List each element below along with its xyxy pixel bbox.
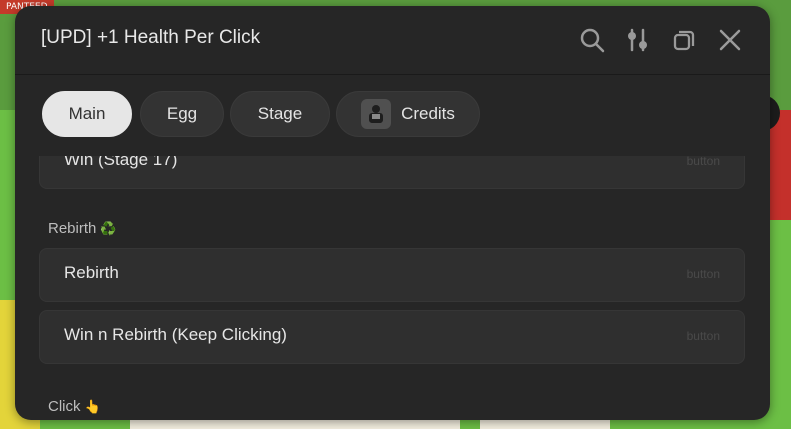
section-header-click: Click 👆 [48,398,101,415]
row-label: Rebirth [64,263,119,282]
tab-label: Credits [401,104,455,123]
tab-label: Stage [257,104,303,123]
content-list: Win (Stage 17) button Rebirth ♻️ Rebirth … [15,156,770,420]
tab-main[interactable]: Main [42,91,132,137]
win-stage-button[interactable]: Win (Stage 17) button [39,156,745,189]
window-title: [UPD] +1 Health Per Click [41,27,261,48]
search-icon[interactable] [578,26,606,54]
copy-window-icon[interactable] [670,26,698,54]
row-label: Win (Stage 17) [64,156,178,169]
settings-sliders-icon[interactable] [623,26,651,54]
rebirth-button[interactable]: Rebirth button [39,248,745,302]
section-label: Rebirth [48,220,97,237]
row-type-label: button [686,329,720,343]
pointing-hand-icon: 👆 [84,399,101,414]
recycle-icon: ♻️ [100,221,117,236]
title-bar: [UPD] +1 Health Per Click [15,6,770,75]
row-label: Win n Rebirth (Keep Clicking) [64,325,287,344]
tab-credits[interactable]: Credits [336,91,480,137]
row-type-label: button [686,156,720,168]
win-n-rebirth-button[interactable]: Win n Rebirth (Keep Clicking) button [39,310,745,364]
avatar-icon [361,99,392,129]
row-type-label: button [686,267,720,281]
close-icon[interactable] [716,26,744,54]
tab-label: Egg [166,104,198,123]
section-label: Click [48,398,81,415]
script-window: [UPD] +1 Health Per Click Main Egg Stage… [15,6,770,420]
tab-label: Main [68,104,106,123]
tab-egg[interactable]: Egg [140,91,224,137]
tab-stage[interactable]: Stage [230,91,330,137]
section-header-rebirth: Rebirth ♻️ [48,220,117,237]
